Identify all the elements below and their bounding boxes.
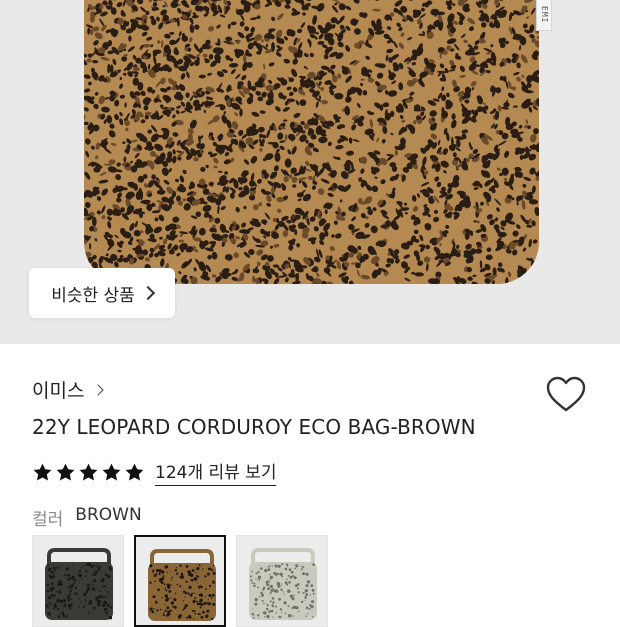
product-title: 22Y LEOPARD CORDUROY ECO BAG-BROWN: [32, 415, 476, 439]
similar-products-label: 비슷한 상품: [51, 281, 135, 306]
color-swatch-ivory-leopard[interactable]: [236, 535, 328, 627]
similar-products-button[interactable]: 비슷한 상품: [29, 268, 175, 318]
bag-thumbnail: [247, 544, 319, 624]
color-selected-value: BROWN: [75, 505, 141, 530]
color-swatches: [32, 535, 328, 627]
star-icon: [55, 462, 76, 483]
star-icon: [124, 462, 145, 483]
heart-icon[interactable]: [546, 376, 586, 414]
color-swatch-black-leopard[interactable]: [32, 535, 124, 627]
bag-thumbnail: [43, 544, 115, 624]
product-image[interactable]: [84, 0, 539, 284]
star-icon: [32, 462, 53, 483]
brand-name: 이미스: [32, 376, 84, 403]
star-rating: [32, 462, 145, 483]
product-image-area: EMI 비슷한 상품: [0, 0, 620, 344]
brand-tag: EMI: [536, 0, 552, 31]
reviews-link[interactable]: 124개 리뷰 보기: [155, 458, 276, 486]
brand-link[interactable]: 이미스: [32, 376, 102, 403]
bag-thumbnail: [146, 545, 218, 625]
star-icon: [78, 462, 99, 483]
leopard-pattern: [84, 0, 539, 284]
rating-row: 124개 리뷰 보기: [32, 458, 276, 486]
color-selector-header: 컬러 BROWN: [32, 505, 142, 530]
chevron-right-icon: [141, 286, 155, 300]
chevron-right-icon: [93, 384, 104, 395]
color-swatch-brown-leopard[interactable]: [134, 535, 226, 627]
star-icon: [101, 462, 122, 483]
color-label: 컬러: [32, 505, 63, 530]
